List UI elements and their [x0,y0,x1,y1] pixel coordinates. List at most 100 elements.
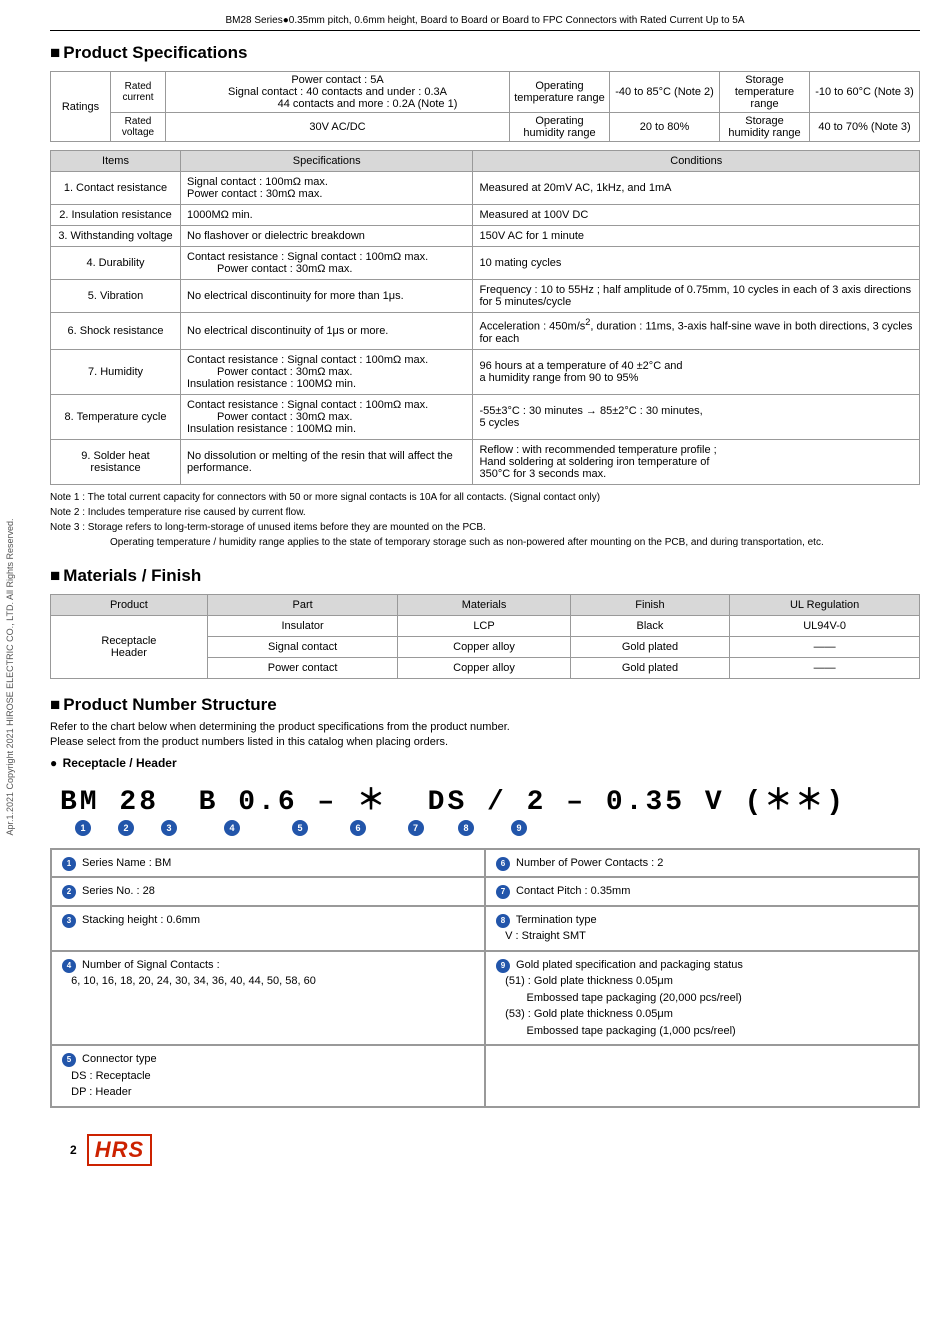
pn-circle-3: 3 [146,818,192,834]
mat-col-materials: Materials [398,594,570,615]
op-hum-val: 20 to 80% [610,113,720,142]
spec-item-6: 6. Shock resistance [51,313,181,350]
header-title: BM28 Series●0.35mm pitch, 0.6mm height, … [225,15,744,26]
pn-desc2: Please select from the product numbers l… [50,736,920,748]
specs-col-conditions: Conditions [473,151,920,172]
spec-cond-6: Acceleration : 450m/s2, duration : 11ms,… [473,313,920,350]
spec-item-2: 2. Insulation resistance [51,205,181,226]
spec-cond-3: 150V AC for 1 minute [473,226,920,247]
spec-spec-3: No flashover or dielectric breakdown [181,226,473,247]
spec-cond-1: Measured at 20mV AC, 1kHz, and 1mA [473,172,920,205]
storage-hum-val: 40 to 70% (Note 3) [810,113,920,142]
mat-mat-2: Copper alloy [398,636,570,657]
detail-num-3: 3 [62,914,76,928]
specs-col-items: Items [51,151,181,172]
spec-row-5: 5. Vibration No electrical discontinuity… [51,280,920,313]
spec-cond-5: Frequency : 10 to 55Hz ; half amplitude … [473,280,920,313]
detail-5: 5 Connector type DS : Receptacle DP : He… [51,1045,485,1107]
spec-cond-4: 10 mating cycles [473,247,920,280]
detail-4: 4 Number of Signal Contacts : 6, 10, 16,… [51,951,485,1046]
note-1: Note 1 : The total current capacity for … [50,490,920,505]
pn-circle-8: 8 [443,818,489,834]
spec-spec-6: No electrical discontinuity of 1μs or mo… [181,313,473,350]
storage-temp-val: -10 to 60°C (Note 3) [810,72,920,113]
storage-hum-label: Storagehumidity range [720,113,810,142]
rated-current-label: Ratedcurrent [111,72,166,113]
spec-row-2: 2. Insulation resistance 1000MΩ min. Mea… [51,205,920,226]
mat-product-label: ReceptacleHeader [51,615,208,678]
side-text: Apr.1.2021 Copyright 2021 HIROSE ELECTRI… [5,519,15,836]
detail-num-2: 2 [62,885,76,899]
spec-spec-1: Signal contact : 100mΩ max.Power contact… [181,172,473,205]
rated-voltage-label: Ratedvoltage [111,113,166,142]
mat-ul-3: —— [730,657,920,678]
detail-2: 2 Series No. : 28 [51,877,485,906]
detail-8: 8 Termination type V : Straight SMT [485,906,919,951]
notes: Note 1 : The total current capacity for … [50,490,920,550]
spec-spec-4: Contact resistance : Signal contact : 10… [181,247,473,280]
mat-ul-2: —— [730,636,920,657]
ratings-label: Ratings [51,72,111,142]
receptacle-header-subtitle: Receptacle / Header [50,756,920,770]
spec-spec-2: 1000MΩ min. [181,205,473,226]
pn-circles-row: 1 2 3 4 5 6 7 8 9 [60,818,920,834]
mat-part-3: Power contact [207,657,398,678]
spec-spec-5: No electrical discontinuity for more tha… [181,280,473,313]
materials-table: Product Part Materials Finish UL Regulat… [50,594,920,679]
op-temp-label: Operatingtemperature range [510,72,610,113]
detail-6: 6 Number of Power Contacts : 2 [485,849,919,878]
mat-col-product: Product [51,594,208,615]
part-number-display: BM 28 B 0.6 – ＊ DS / 2 – 0.35 V (＊＊) [60,778,910,818]
mat-mat-1: LCP [398,615,570,636]
spec-spec-9: No dissolution or melting of the resin t… [181,439,473,484]
spec-cond-8: -55±3°C : 30 minutes → 85±2°C : 30 minut… [473,394,920,439]
product-specs-title: Product Specifications [50,43,920,63]
spec-row-1: 1. Contact resistance Signal contact : 1… [51,172,920,205]
rated-voltage-val: 30V AC/DC [166,113,510,142]
detail-num-7: 7 [496,885,510,899]
spec-item-5: 5. Vibration [51,280,181,313]
spec-item-4: 4. Durability [51,247,181,280]
spec-spec-7: Contact resistance : Signal contact : 10… [181,349,473,394]
detail-7: 7 Contact Pitch : 0.35mm [485,877,919,906]
spec-row-9: 9. Solder heatresistance No dissolution … [51,439,920,484]
specs-col-specs: Specifications [181,151,473,172]
mat-row-1: ReceptacleHeader Insulator LCP Black UL9… [51,615,920,636]
spec-item-9: 9. Solder heatresistance [51,439,181,484]
mat-col-finish: Finish [570,594,730,615]
detail-num-4: 4 [62,959,76,973]
spec-spec-8: Contact resistance : Signal contact : 10… [181,394,473,439]
spec-item-8: 8. Temperature cycle [51,394,181,439]
pn-circle-6: 6 [328,818,388,834]
pn-circle-9: 9 [489,818,549,834]
product-specs-section: Product Specifications Ratings Ratedcurr… [50,43,920,550]
mat-col-ul: UL Regulation [730,594,920,615]
spec-row-8: 8. Temperature cycle Contact resistance … [51,394,920,439]
materials-title: Materials / Finish [50,566,920,586]
note-3b: Operating temperature / humidity range a… [50,535,920,550]
detail-3: 3 Stacking height : 0.6mm [51,906,485,951]
note-3a: Note 3 : Storage refers to long-term-sto… [50,520,920,535]
materials-section: Materials / Finish Product Part Material… [50,566,920,679]
specs-table: Items Specifications Conditions 1. Conta… [50,150,920,485]
mat-part-1: Insulator [207,615,398,636]
pn-circle-1: 1 [60,818,106,834]
mat-col-part: Part [207,594,398,615]
detail-9: 9 Gold plated specification and packagin… [485,951,919,1046]
op-hum-label: Operatinghumidity range [510,113,610,142]
spec-cond-9: Reflow : with recommended temperature pr… [473,439,920,484]
mat-ul-1: UL94V-0 [730,615,920,636]
detail-empty [485,1045,919,1107]
page-header: BM28 Series●0.35mm pitch, 0.6mm height, … [50,15,920,31]
hrs-logo: HRS [87,1134,152,1166]
detail-num-8: 8 [496,914,510,928]
mat-part-2: Signal contact [207,636,398,657]
detail-num-9: 9 [496,959,510,973]
spec-row-3: 3. Withstanding voltage No flashover or … [51,226,920,247]
mat-mat-3: Copper alloy [398,657,570,678]
spec-item-7: 7. Humidity [51,349,181,394]
detail-num-6: 6 [496,857,510,871]
pn-desc1: Refer to the chart below when determinin… [50,721,920,733]
storage-temp-label: Storagetemperature range [720,72,810,113]
spec-cond-2: Measured at 100V DC [473,205,920,226]
